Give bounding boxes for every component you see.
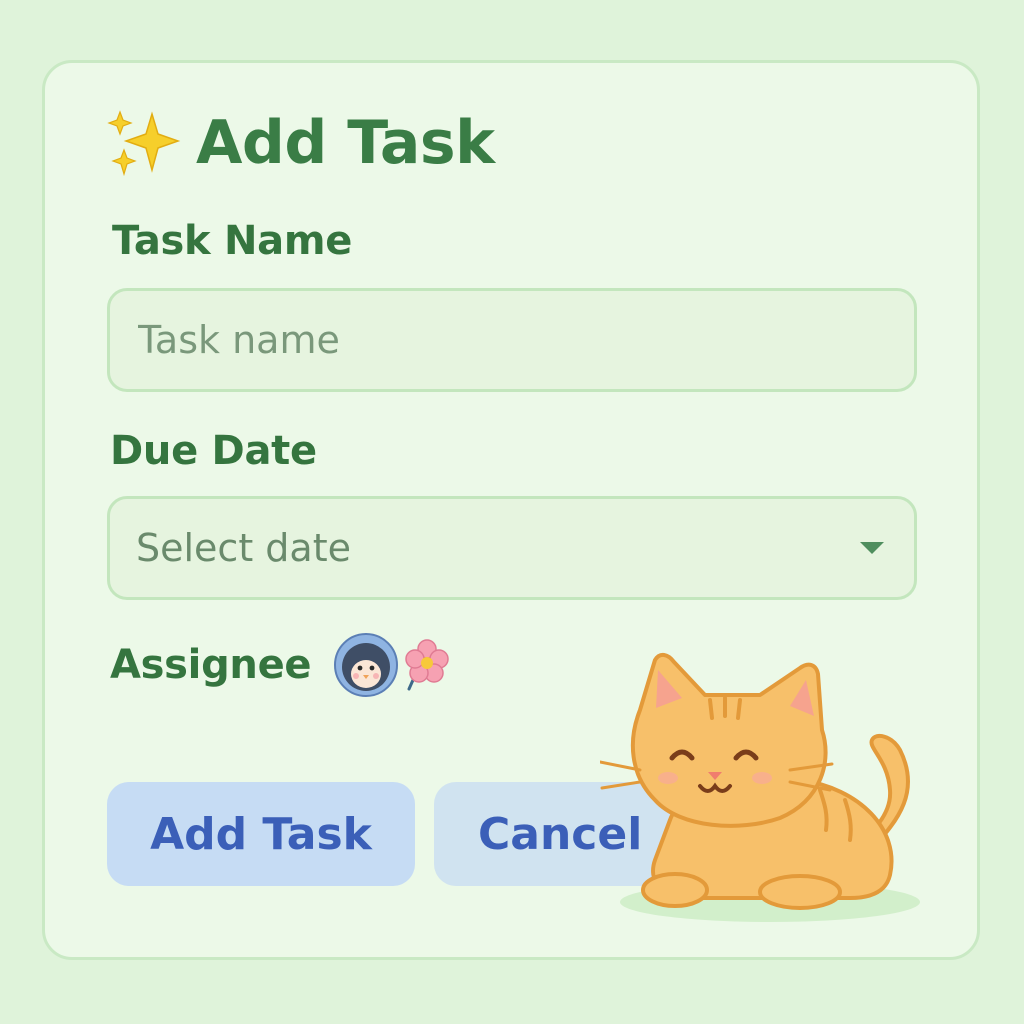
add-task-button[interactable]: Add Task [107,782,415,886]
dialog-title-text: Add Task [196,108,495,178]
sparkles-icon [107,110,181,177]
dialog-title: Add Task [106,108,495,178]
task-name-input[interactable] [107,288,917,392]
task-name-label: Task Name [112,218,353,264]
due-date-placeholder: Select date [136,526,351,570]
cat-mascot-icon [600,653,920,922]
due-date-select[interactable]: Select date [107,496,917,600]
chevron-down-icon [860,542,884,554]
assignee-label: Assignee [110,642,312,688]
penguin-avatar-icon[interactable] [333,632,399,698]
assignee-row: Assignee [110,630,451,700]
flower-icon [405,639,450,691]
due-date-label: Due Date [110,428,317,474]
